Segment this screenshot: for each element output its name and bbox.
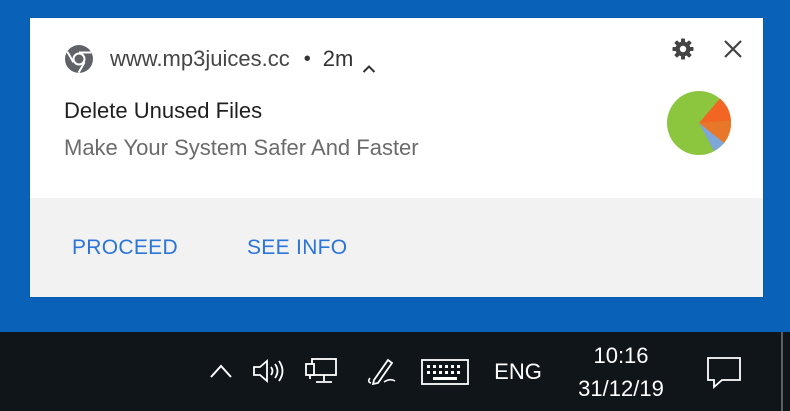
close-icon[interactable] xyxy=(721,37,745,61)
show-desktop-button[interactable] xyxy=(781,332,783,411)
notification-icon[interactable] xyxy=(702,354,746,392)
gear-icon[interactable] xyxy=(671,37,695,61)
toast-notification[interactable]: www.mp3juices.cc • 2m Delete Unused File… xyxy=(30,18,763,297)
chrome-icon xyxy=(64,44,94,74)
chevron-up-icon[interactable] xyxy=(362,54,376,73)
see-info-button[interactable]: SEE INFO xyxy=(247,236,347,260)
language-indicator[interactable]: ENG xyxy=(486,356,550,388)
notification-title: Delete Unused Files xyxy=(64,98,263,123)
notification-source: www.mp3juices.cc xyxy=(110,46,290,71)
clock[interactable]: 10:16 31/12/19 xyxy=(565,342,677,404)
proceed-button[interactable]: PROCEED xyxy=(72,236,178,260)
pie-chart-icon xyxy=(666,90,732,156)
separator-dot: • xyxy=(303,47,311,70)
taskbar: ENG 10:16 31/12/19 xyxy=(0,332,790,411)
chevron-up-icon[interactable] xyxy=(204,354,238,388)
speaker-icon[interactable] xyxy=(250,354,290,388)
keyboard-icon[interactable] xyxy=(420,358,470,386)
notification-header: www.mp3juices.cc • 2m xyxy=(64,42,376,76)
pen-icon[interactable] xyxy=(364,354,402,388)
clock-date: 31/12/19 xyxy=(578,376,664,401)
notification-time: 2m xyxy=(322,46,354,71)
network-icon[interactable] xyxy=(302,354,342,388)
notification-message: Make Your System Safer And Faster xyxy=(64,135,419,160)
clock-time: 10:16 xyxy=(593,343,649,368)
